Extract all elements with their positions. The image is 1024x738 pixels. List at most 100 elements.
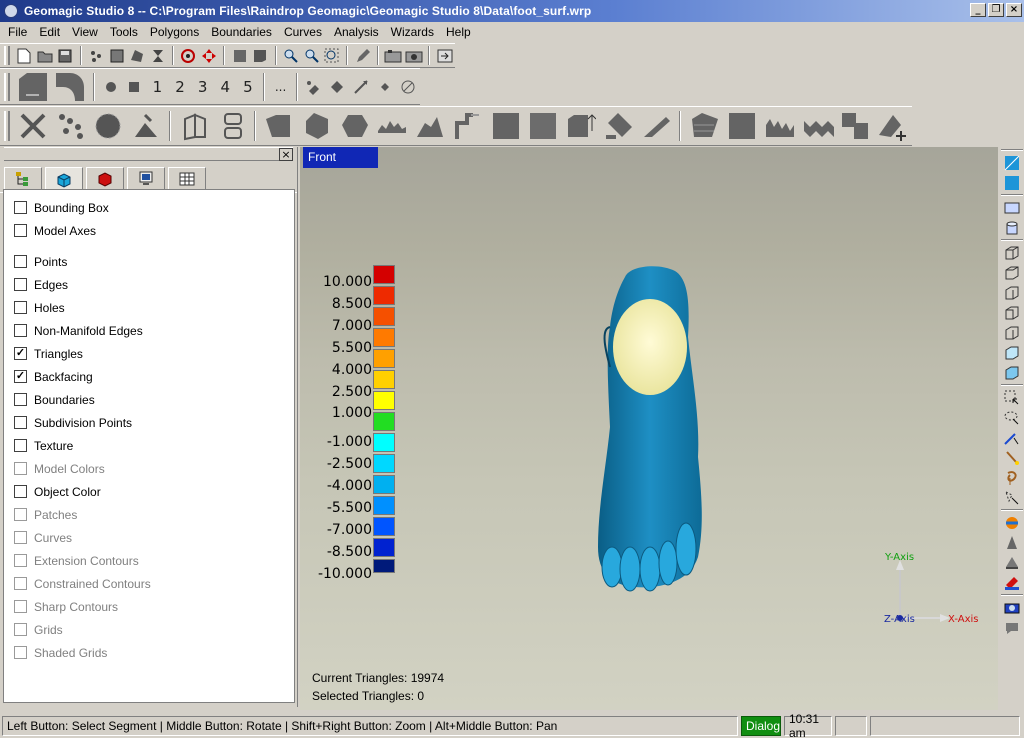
- checkbox[interactable]: [14, 201, 27, 214]
- checkbox-checked[interactable]: ✓: [14, 347, 27, 360]
- checkbox[interactable]: [14, 324, 27, 337]
- front-view-icon[interactable]: [1002, 363, 1022, 382]
- checkbox[interactable]: [14, 278, 27, 291]
- shape-outline-icon[interactable]: [215, 109, 249, 143]
- 3d-viewport[interactable]: Front 10.000 8.500 7.000 5.500 4.000 2.5…: [300, 147, 998, 710]
- toolbar-grip[interactable]: [4, 72, 10, 101]
- menu-boundaries[interactable]: Boundaries: [205, 25, 278, 39]
- freeform-select-icon[interactable]: [1002, 488, 1022, 507]
- option-model-axes[interactable]: Model Axes: [14, 219, 294, 242]
- block-2-icon[interactable]: [527, 109, 561, 143]
- tab-lighting[interactable]: [86, 167, 124, 191]
- polygon-icon[interactable]: [128, 46, 147, 66]
- option-triangles[interactable]: ✓ Triangles: [14, 342, 294, 365]
- box-icon[interactable]: [725, 109, 759, 143]
- camera-icon[interactable]: [1002, 598, 1022, 617]
- select-point-icon[interactable]: [374, 77, 396, 97]
- iso-view-icon[interactable]: [1002, 243, 1022, 262]
- minimize-button[interactable]: _: [970, 3, 986, 17]
- selection-mode-icon[interactable]: [16, 70, 49, 104]
- extrude-icon[interactable]: [564, 109, 598, 143]
- curvature-selection-icon[interactable]: [53, 70, 86, 104]
- option-edges[interactable]: Edges: [14, 273, 294, 296]
- light-icon[interactable]: [1002, 533, 1022, 552]
- close-button[interactable]: ×: [1006, 3, 1022, 17]
- toolbar-grip[interactable]: [4, 46, 10, 65]
- selection-level-4[interactable]: 4: [214, 78, 237, 96]
- maximize-button[interactable]: ❐: [988, 3, 1004, 17]
- clip-plane-icon[interactable]: [1002, 573, 1022, 592]
- foot-model[interactable]: [580, 257, 730, 597]
- thicken-icon[interactable]: [640, 109, 674, 143]
- section-icon[interactable]: [1002, 553, 1022, 572]
- front-plane-icon[interactable]: [1002, 198, 1022, 217]
- relax-icon[interactable]: [300, 109, 334, 143]
- paint-brush-icon[interactable]: [1002, 448, 1022, 467]
- fill-holes-icon[interactable]: [262, 109, 296, 143]
- curvature-sample-icon[interactable]: [129, 109, 163, 143]
- top-view-icon[interactable]: [1002, 263, 1022, 282]
- split-icon[interactable]: [838, 109, 872, 143]
- new-file-icon[interactable]: [15, 46, 34, 66]
- zoom-in-icon[interactable]: [282, 46, 301, 66]
- delete-icon[interactable]: [16, 109, 50, 143]
- zoom-icon[interactable]: [302, 46, 321, 66]
- menu-view[interactable]: View: [66, 25, 104, 39]
- option-backfacing[interactable]: ✓ Backfacing: [14, 365, 294, 388]
- select-line-icon[interactable]: [350, 77, 372, 97]
- tab-model-manager[interactable]: [4, 167, 42, 191]
- tab-stats[interactable]: [168, 167, 206, 191]
- option-object-color[interactable]: Object Color: [14, 480, 294, 503]
- add-feature-icon[interactable]: [876, 109, 910, 143]
- points-select-icon[interactable]: [87, 46, 106, 66]
- selection-level-1[interactable]: 1: [146, 78, 169, 96]
- menu-tools[interactable]: Tools: [104, 25, 144, 39]
- checkbox[interactable]: [14, 301, 27, 314]
- fit-view-icon[interactable]: [230, 46, 249, 66]
- option-bounding-box[interactable]: Bounding Box: [14, 196, 294, 219]
- rect-select-tool-icon[interactable]: [1002, 388, 1022, 407]
- smooth-shade-icon[interactable]: [1002, 173, 1022, 192]
- reduce-noise-icon[interactable]: [54, 109, 88, 143]
- left-view-icon[interactable]: [1002, 303, 1022, 322]
- menu-file[interactable]: File: [2, 25, 33, 39]
- checkbox[interactable]: [14, 439, 27, 452]
- uniform-sample-icon[interactable]: [91, 109, 125, 143]
- option-subdivision-points[interactable]: Subdivision Points: [14, 411, 294, 434]
- sandpaper-icon[interactable]: [338, 109, 372, 143]
- option-boundaries[interactable]: Boundaries: [14, 388, 294, 411]
- line-select-icon[interactable]: [1002, 428, 1022, 447]
- checkbox[interactable]: [14, 416, 27, 429]
- pan-icon[interactable]: [200, 46, 219, 66]
- selection-level-2[interactable]: 2: [169, 78, 192, 96]
- capture-icon[interactable]: [384, 46, 403, 66]
- color-sphere-icon[interactable]: [1002, 513, 1022, 532]
- cylinder-icon[interactable]: [1002, 218, 1022, 237]
- more-options-button[interactable]: ...: [269, 80, 292, 94]
- comment-icon[interactable]: [1002, 618, 1022, 637]
- selection-level-3[interactable]: 3: [191, 78, 214, 96]
- save-icon[interactable]: [56, 46, 75, 66]
- menu-polygons[interactable]: Polygons: [144, 25, 205, 39]
- menu-edit[interactable]: Edit: [33, 25, 66, 39]
- pencil-icon[interactable]: [353, 46, 372, 66]
- option-holes[interactable]: Holes: [14, 296, 294, 319]
- zoom-window-icon[interactable]: [323, 46, 342, 66]
- rotate-icon[interactable]: [179, 46, 198, 66]
- open-folder-icon[interactable]: [35, 46, 54, 66]
- back-view-icon[interactable]: [1002, 343, 1022, 362]
- capture-all-icon[interactable]: [405, 46, 424, 66]
- export-icon[interactable]: [435, 46, 454, 66]
- menu-analysis[interactable]: Analysis: [328, 25, 385, 39]
- offset-icon[interactable]: [687, 109, 721, 143]
- toolbar-grip[interactable]: [4, 110, 10, 142]
- panel-close-button[interactable]: ×: [279, 148, 293, 161]
- lasso-select-icon[interactable]: [1002, 408, 1022, 427]
- checkbox[interactable]: [14, 255, 27, 268]
- menu-curves[interactable]: Curves: [278, 25, 328, 39]
- checkbox-checked[interactable]: ✓: [14, 370, 27, 383]
- select-visible-icon[interactable]: [327, 77, 349, 97]
- remove-spikes-icon[interactable]: [376, 109, 410, 143]
- hourglass-icon[interactable]: [148, 46, 167, 66]
- menu-help[interactable]: Help: [440, 25, 477, 39]
